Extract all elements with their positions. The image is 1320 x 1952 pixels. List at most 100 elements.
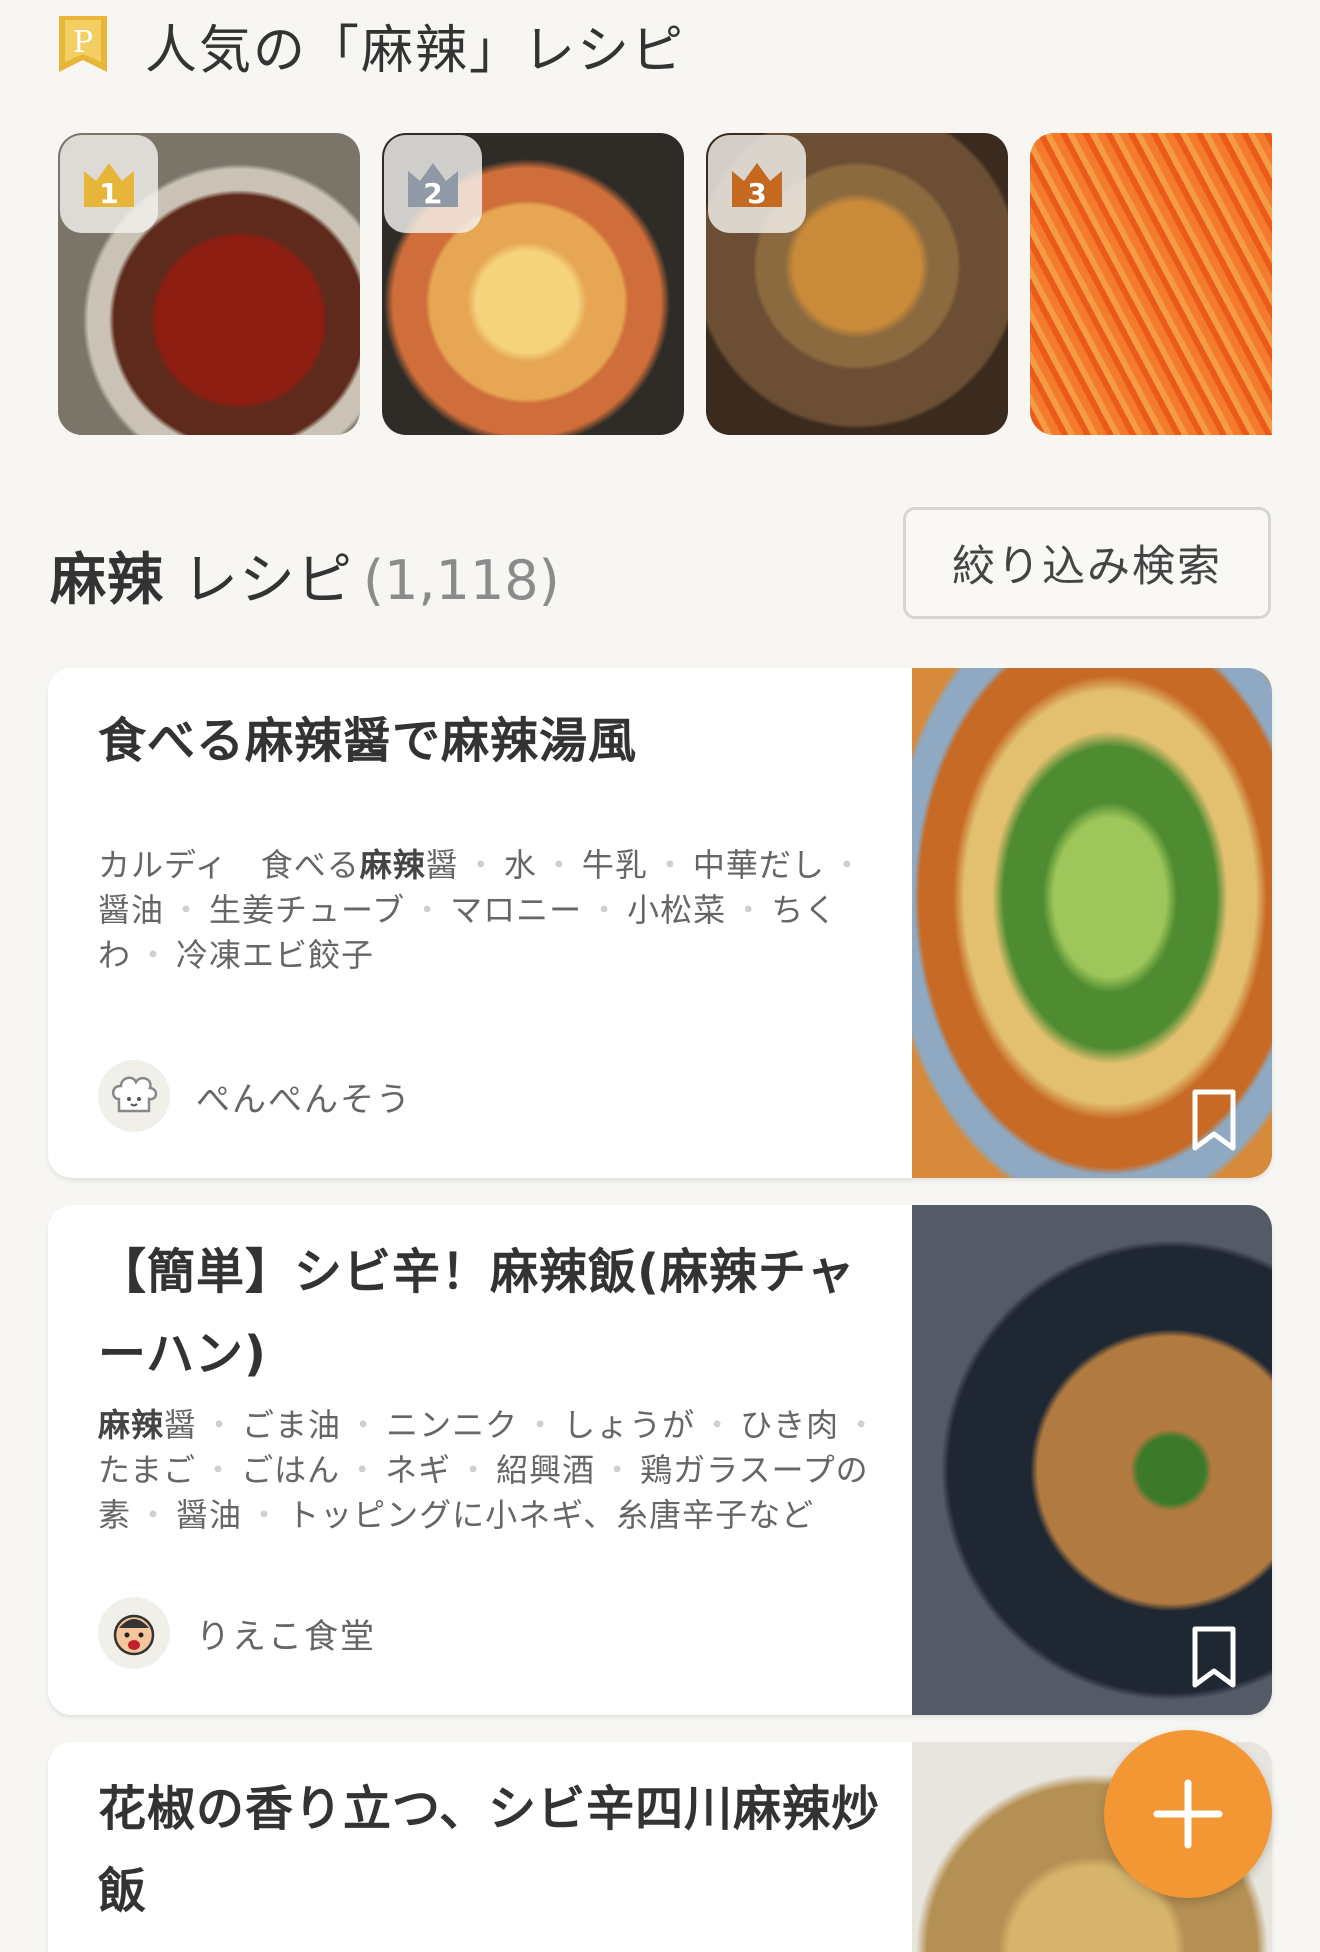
- recipe-ingredients: 麻辣醤・ごま油・ニンニク・しょうが・ひき肉 ・たまご・ごはん・ネギ・紹興酒・鶏ガラ…: [98, 1403, 898, 1538]
- face-icon: [98, 1597, 170, 1669]
- ingredient-separator: ・: [542, 846, 576, 884]
- recipe-card-body: 食べる麻辣醤で麻辣湯風 カルディ 食べる麻辣醤・水・牛乳・中華だし ・醤油・生姜チ…: [98, 668, 898, 978]
- ingredient-text: ごはん: [241, 1451, 341, 1489]
- ingredient-text: ネギ: [385, 1451, 452, 1489]
- recipe-title[interactable]: 食べる麻辣醤で麻辣湯風: [98, 700, 898, 782]
- bookmark-icon[interactable]: [1190, 1625, 1238, 1691]
- ingredient-highlight: 麻辣: [359, 846, 426, 884]
- ingredient-item: たまご: [98, 1451, 196, 1489]
- ingredient-item: 中華だし: [693, 846, 825, 884]
- result-count: (1,118): [363, 549, 560, 612]
- ingredient-separator: ・: [701, 1406, 735, 1444]
- ingredient-separator: ・: [653, 846, 687, 884]
- ingredient-text: 醤: [164, 1406, 198, 1444]
- ingredient-item: ひき肉: [740, 1406, 839, 1444]
- chef-hat-icon: [98, 1060, 170, 1132]
- recipe-photo[interactable]: [912, 668, 1272, 1178]
- premium-badge-icon: P: [55, 14, 111, 76]
- ingredient-text: 醤: [425, 846, 459, 884]
- filter-search-button[interactable]: 絞り込み検索: [903, 507, 1271, 619]
- ingredient-item: しょうが: [563, 1406, 695, 1444]
- recipe-title[interactable]: 花椒の香り立つ、シビ辛四川麻辣炒飯: [98, 1768, 898, 1932]
- crown-icon: 3: [708, 135, 806, 233]
- search-suffix: レシピ: [182, 548, 353, 613]
- recipe-ingredients: カルディ 食べる麻辣醤・水・牛乳・中華だし ・醤油・生姜チューブ・マロニー・小松菜…: [98, 843, 898, 978]
- ingredient-text: 醤油: [176, 1496, 243, 1534]
- crown-icon: 1: [60, 135, 158, 233]
- svg-text:3: 3: [747, 177, 766, 209]
- ingredient-text: マロニー: [450, 891, 583, 929]
- ingredient-text: 冷凍エビ餃子: [176, 936, 375, 974]
- recipe-card-body: 【簡単】シビ辛！麻辣飯(麻辣チャーハン) 麻辣醤・ごま油・ニンニク・しょうが・ひ…: [98, 1205, 898, 1538]
- ingredient-separator: ・: [411, 891, 445, 929]
- ingredient-separator: ・: [248, 1496, 282, 1534]
- ingredient-item: 醤油: [176, 1496, 242, 1534]
- ranking-item-2[interactable]: 2: [382, 133, 684, 435]
- ingredient-text: 牛乳: [581, 846, 648, 884]
- ingredient-item: 醤油: [98, 891, 164, 929]
- ingredient-separator: ・: [137, 1496, 171, 1534]
- ingredient-highlight: 麻辣: [98, 1406, 165, 1444]
- ranking-carousel[interactable]: 1 2 3: [58, 133, 1272, 435]
- svg-text:1: 1: [99, 177, 118, 209]
- ingredient-text: トッピングに小ネギ、糸唐辛子など: [287, 1496, 815, 1534]
- ranking-item-4[interactable]: [1030, 133, 1272, 435]
- popular-header: P 人気の「麻辣」レシピ: [55, 12, 685, 81]
- ingredient-text: 紹興酒: [496, 1451, 596, 1489]
- author-name[interactable]: ぺんぺんそう: [196, 1072, 412, 1121]
- ingredient-separator: ・: [203, 1406, 237, 1444]
- ranking-item-1[interactable]: 1: [58, 133, 360, 435]
- ingredient-item: 紹興酒: [496, 1451, 595, 1489]
- ingredient-item: 生姜チューブ: [209, 891, 405, 929]
- crown-icon: 2: [384, 135, 482, 233]
- ingredient-text: 小松菜: [627, 891, 727, 929]
- bookmark-icon[interactable]: [1190, 1088, 1238, 1154]
- ingredient-item: ごま油: [242, 1406, 341, 1444]
- recipe-title[interactable]: 【簡単】シビ辛！麻辣飯(麻辣チャーハン): [98, 1231, 898, 1395]
- recipe-card[interactable]: 花椒の香り立つ、シビ辛四川麻辣炒飯: [48, 1742, 1272, 1952]
- ingredient-text: ひき肉: [740, 1406, 840, 1444]
- ingredient-separator: ・: [830, 846, 864, 884]
- recipe-photo[interactable]: [912, 1205, 1272, 1715]
- ingredient-item: 冷凍エビ餃子: [176, 936, 374, 974]
- recipe-author[interactable]: りえこ食堂: [98, 1597, 376, 1669]
- ingredient-item: 牛乳: [582, 846, 648, 884]
- ingredient-item: ネギ: [385, 1451, 451, 1489]
- ingredient-text: たまご: [98, 1451, 197, 1489]
- ingredient-separator: ・: [137, 936, 171, 974]
- ingredient-separator: ・: [601, 1451, 635, 1489]
- ingredient-item: ごはん: [241, 1451, 340, 1489]
- ingredient-separator: ・: [457, 1451, 491, 1489]
- ingredient-separator: ・: [845, 1406, 879, 1444]
- ingredient-separator: ・: [346, 1451, 380, 1489]
- recipe-card[interactable]: 【簡単】シビ辛！麻辣飯(麻辣チャーハン) 麻辣醤・ごま油・ニンニク・しょうが・ひ…: [48, 1205, 1272, 1715]
- ingredient-item: 小松菜: [627, 891, 726, 929]
- ingredient-separator: ・: [170, 891, 204, 929]
- recipe-author[interactable]: ぺんぺんそう: [98, 1060, 412, 1132]
- ingredient-text: 生姜チューブ: [209, 891, 406, 929]
- svg-text:2: 2: [423, 177, 442, 209]
- recipe-card-body: 花椒の香り立つ、シビ辛四川麻辣炒飯: [98, 1742, 898, 1932]
- ingredient-text: ごま油: [242, 1406, 342, 1444]
- ingredient-item: カルディ 食べる麻辣醤: [98, 846, 459, 884]
- ingredient-separator: ・: [588, 891, 622, 929]
- ingredient-text: カルディ 食べる: [98, 846, 360, 884]
- ingredient-separator: ・: [464, 846, 498, 884]
- recipe-card[interactable]: 食べる麻辣醤で麻辣湯風 カルディ 食べる麻辣醤・水・牛乳・中華だし ・醤油・生姜チ…: [48, 668, 1272, 1178]
- ingredient-separator: ・: [347, 1406, 381, 1444]
- ingredient-separator: ・: [524, 1406, 558, 1444]
- ingredient-item: 麻辣醤: [98, 1406, 197, 1444]
- author-name[interactable]: りえこ食堂: [196, 1609, 376, 1658]
- add-recipe-button[interactable]: [1104, 1730, 1272, 1898]
- results-heading: 麻辣 レシピ (1,118): [50, 535, 560, 615]
- ingredient-item: トッピングに小ネギ、糸唐辛子など: [287, 1496, 814, 1534]
- ingredient-item: 水: [504, 846, 537, 884]
- ingredient-separator: ・: [202, 1451, 236, 1489]
- ranking-item-3[interactable]: 3: [706, 133, 1008, 435]
- svg-text:P: P: [73, 25, 93, 60]
- ingredient-text: ニンニク: [386, 1406, 519, 1444]
- ingredient-separator: ・: [732, 891, 766, 929]
- ingredient-text: 醤油: [98, 891, 165, 929]
- ingredient-text: 中華だし: [692, 846, 825, 884]
- search-term: 麻辣: [50, 548, 164, 613]
